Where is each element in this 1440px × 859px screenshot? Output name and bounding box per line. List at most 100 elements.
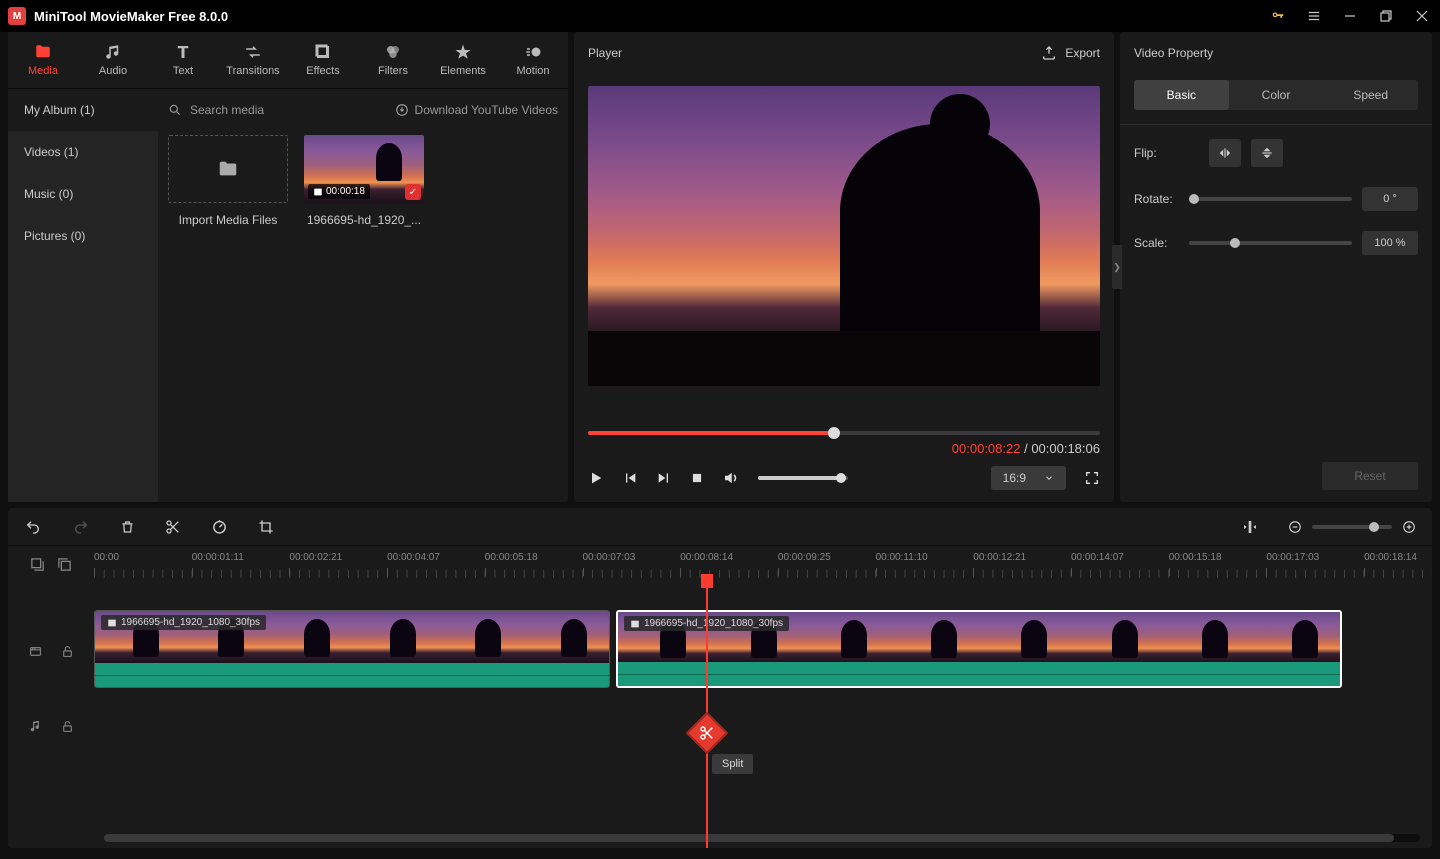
prev-frame-button[interactable] [622, 470, 638, 486]
ruler-tick: 00:00 [94, 552, 119, 563]
volume-slider[interactable] [758, 476, 848, 480]
media-clip-card[interactable]: 00:00:18 ✓ 1966695-hd_1920_... [304, 135, 424, 227]
player-label: Player [588, 46, 1041, 60]
zoom-fit-button[interactable] [1242, 519, 1258, 535]
search-media[interactable]: Search media [168, 103, 395, 117]
time-ruler[interactable]: 00:0000:00:01:1100:00:02:2100:00:04:0700… [94, 546, 1432, 582]
volume-handle[interactable] [836, 473, 846, 483]
tab-effects[interactable]: Effects [288, 32, 358, 88]
video-track-lane[interactable]: 1966695-hd_1920_1080_30fps 1966695-hd_19… [94, 610, 1432, 692]
tab-filters[interactable]: Filters [358, 32, 428, 88]
timeline-scrollbar[interactable] [104, 834, 1420, 842]
prop-tab-color[interactable]: Color [1229, 80, 1324, 110]
ruler-tick: 00:00:12:21 [973, 552, 1026, 563]
timeline-scroll-thumb[interactable] [104, 834, 1394, 842]
media-panel: Media Audio Text Transitions [8, 32, 568, 502]
reset-button[interactable]: Reset [1322, 462, 1418, 490]
next-frame-button[interactable] [656, 470, 672, 486]
flip-vertical-button[interactable] [1251, 139, 1283, 167]
split-button-toolbar[interactable] [165, 519, 181, 535]
ruler-tick: 00:00:01:11 [192, 552, 244, 563]
add-track-button[interactable] [30, 557, 45, 572]
scrub-handle[interactable] [828, 427, 840, 439]
timeline-clip-2[interactable]: 1966695-hd_1920_1080_30fps [616, 610, 1342, 688]
search-placeholder: Search media [190, 103, 264, 117]
folder-icon [215, 158, 241, 180]
delete-button[interactable] [120, 519, 135, 535]
album-item-videos[interactable]: Videos (1) [8, 131, 158, 173]
rotate-value[interactable]: 0 ° [1362, 187, 1418, 211]
audio-track-icon [29, 719, 43, 733]
rotate-slider[interactable] [1189, 197, 1352, 201]
search-icon [168, 103, 182, 117]
total-time: / 00:00:18:06 [1020, 441, 1100, 456]
timeline-panel: 00:0000:00:01:1100:00:02:2100:00:04:0700… [8, 508, 1432, 848]
zoom-slider[interactable] [1312, 525, 1392, 529]
prop-tab-basic[interactable]: Basic [1134, 80, 1229, 110]
ruler-tick: 00:00:15:18 [1169, 552, 1222, 563]
properties-panel: ❯ Video Property Basic Color Speed Flip:… [1120, 32, 1432, 502]
minimize-button[interactable] [1332, 0, 1368, 32]
export-button[interactable]: Export [1041, 45, 1100, 61]
zoom-handle[interactable] [1369, 522, 1379, 532]
effects-icon [314, 43, 332, 61]
album-item-music[interactable]: Music (0) [8, 173, 158, 215]
tab-audio[interactable]: Audio [78, 32, 148, 88]
chevron-down-icon [1044, 473, 1054, 483]
download-youtube-link[interactable]: Download YouTube Videos [395, 103, 558, 117]
scale-value[interactable]: 100 % [1362, 231, 1418, 255]
timeline-clip-1[interactable]: 1966695-hd_1920_1080_30fps [94, 610, 610, 688]
tab-motion[interactable]: Motion [498, 32, 568, 88]
key-icon[interactable] [1260, 0, 1296, 32]
aspect-ratio-select[interactable]: 16:9 [991, 466, 1066, 490]
maximize-button[interactable] [1368, 0, 1404, 32]
flip-horizontal-button[interactable] [1209, 139, 1241, 167]
close-button[interactable] [1404, 0, 1440, 32]
ruler-tick: 00:00:17:03 [1266, 552, 1319, 563]
volume-icon[interactable] [722, 469, 740, 487]
playhead[interactable]: Split [706, 574, 708, 848]
album-sidebar: My Album (1) Videos (1) Music (0) Pictur… [8, 89, 158, 502]
filters-icon [384, 43, 402, 61]
music-icon [104, 43, 122, 61]
scissors-icon [699, 725, 715, 741]
audio-track-lane[interactable] [94, 692, 1432, 760]
scale-slider[interactable] [1189, 241, 1352, 245]
motion-icon [524, 43, 542, 61]
fullscreen-button[interactable] [1084, 470, 1100, 486]
ruler-tick: 00:00:11:10 [876, 552, 928, 563]
tab-elements[interactable]: Elements [428, 32, 498, 88]
check-icon: ✓ [405, 184, 421, 200]
titlebar: M MiniTool MovieMaker Free 8.0.0 [0, 0, 1440, 32]
stop-button[interactable] [690, 471, 704, 485]
transitions-icon [244, 43, 262, 61]
split-tooltip: Split [712, 754, 753, 774]
tab-transitions[interactable]: Transitions [218, 32, 288, 88]
hamburger-icon[interactable] [1296, 0, 1332, 32]
ruler-tick: 00:00:05:18 [485, 552, 538, 563]
scrub-bar[interactable] [588, 431, 1100, 435]
text-icon [174, 43, 192, 61]
crop-button[interactable] [258, 519, 274, 535]
prop-tab-speed[interactable]: Speed [1323, 80, 1418, 110]
collapse-handle[interactable]: ❯ [1112, 245, 1122, 289]
props-tabs: Basic Color Speed [1134, 80, 1418, 110]
ruler-tick: 00:00:09:25 [778, 552, 831, 563]
undo-button[interactable] [24, 519, 42, 535]
zoom-out-button[interactable] [1288, 520, 1302, 534]
speed-button[interactable] [211, 518, 228, 535]
lock-icon[interactable] [61, 644, 74, 659]
redo-button[interactable] [72, 519, 90, 535]
player-panel: Player Export 00:00:08:22 [574, 32, 1114, 502]
lock-icon[interactable] [61, 719, 74, 734]
main-tab-strip: Media Audio Text Transitions [8, 32, 568, 89]
preview-viewport[interactable] [588, 86, 1100, 386]
album-item-pictures[interactable]: Pictures (0) [8, 215, 158, 257]
album-item-myalbum[interactable]: My Album (1) [8, 89, 158, 131]
add-track-button-2[interactable] [57, 557, 72, 572]
import-media-card[interactable]: Import Media Files [168, 135, 288, 227]
zoom-in-button[interactable] [1402, 520, 1416, 534]
tab-media[interactable]: Media [8, 32, 78, 88]
tab-text[interactable]: Text [148, 32, 218, 88]
play-button[interactable] [588, 470, 604, 486]
